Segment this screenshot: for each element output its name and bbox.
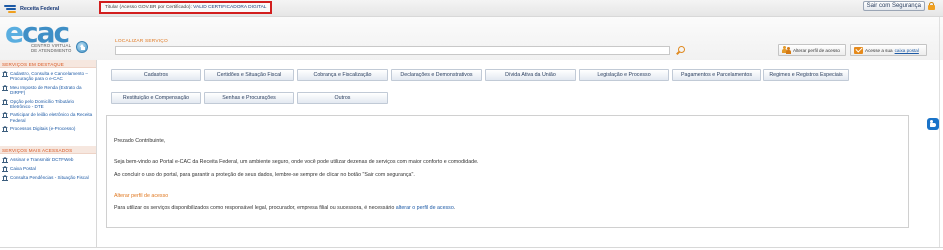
change-profile-label: Alterar perfil de acesso	[793, 47, 840, 53]
greeting: Prezado Contribuinte,	[114, 138, 166, 144]
menu-divida-ativa[interactable]: Dívida Ativa da União	[485, 69, 576, 81]
ecac-logo[interactable]: ecac CENTRO VIRTUAL DE ATENDIMENTO	[5, 19, 75, 57]
lock-icon[interactable]	[928, 2, 935, 10]
sidebar-item-label[interactable]: Consulta Pendências - Situação Fiscal	[10, 175, 89, 180]
exit-secure-button[interactable]: Sair com Segurança	[862, 1, 935, 11]
change-profile-link[interactable]: alterar o perfil de acesso	[396, 205, 454, 211]
header: ecac CENTRO VIRTUAL DE ATENDIMENTO LOCAL…	[0, 17, 943, 60]
home-icon[interactable]	[76, 41, 88, 53]
profile-text-end: .	[453, 205, 456, 211]
most-accessed-heading: SERVIÇOS MAIS ACESSADOS	[0, 146, 96, 155]
profile-heading: Alterar perfil de acesso	[114, 193, 169, 199]
logo-e: e	[5, 16, 24, 49]
building-icon	[2, 84, 8, 91]
sidebar-item-label[interactable]: Meu Imposto de Renda (Extrato da DIRPF)	[10, 85, 94, 96]
sidebar-item-dctfweb[interactable]: Assinar e Transmitir DCTFWeb	[2, 157, 94, 164]
sidebar-item-label[interactable]: Processos Digitais (e-Processo)	[10, 126, 75, 131]
building-icon	[2, 166, 8, 173]
menu-cadastros[interactable]: Cadastros	[111, 69, 201, 81]
most-accessed-list: Assinar e Transmitir DCTFWeb Caixa Posta…	[0, 154, 96, 186]
menu-outros[interactable]: Outros	[297, 92, 388, 104]
top-bar: Receita Federal Titular (Acesso GOV.BR p…	[0, 0, 943, 17]
titular-info: Titular (Acesso GOV.BR por Certificado):…	[99, 1, 272, 14]
building-icon	[2, 175, 8, 182]
sidebar-item-situacao-fiscal[interactable]: Consulta Pendências - Situação Fiscal	[2, 175, 94, 182]
building-icon	[2, 71, 8, 77]
search-label: LOCALIZAR SERVIÇO	[115, 39, 168, 44]
sidebar-item-label[interactable]: Participar de leilão eletrônico da Recei…	[10, 112, 94, 123]
logo-subtitle-2: DE ATENDIMENTO	[31, 48, 72, 53]
menu-restituicao[interactable]: Restituição e Compensação	[111, 92, 201, 104]
receita-federal-brand: Receita Federal	[20, 5, 60, 12]
mailbox-button[interactable]: Acesse a sua caixa postal	[850, 44, 927, 56]
sidebar: SERVIÇOS EM DESTAQUE Cadastro, Consulta …	[0, 60, 97, 247]
sidebar-item-label[interactable]: Assinar e Transmitir DCTFWeb	[10, 157, 73, 162]
sidebar-item-caixa-postal[interactable]: Caixa Postal	[2, 166, 94, 173]
mailbox-prefix: Acesse a sua	[865, 47, 893, 53]
building-icon	[2, 126, 8, 133]
building-icon	[2, 98, 8, 105]
welcome-panel: Prezado Contribuinte, Seja bem-vindo ao …	[106, 115, 909, 228]
menu-senhas[interactable]: Senhas e Procurações	[204, 92, 294, 104]
building-icon	[2, 157, 8, 164]
receita-federal-mark-icon	[4, 4, 18, 14]
service-menu: Cadastros Certidões e Situação Fiscal Co…	[106, 63, 851, 111]
envelope-icon	[854, 46, 863, 54]
bottom-divider	[0, 247, 943, 248]
profile-text-body: Para utilizar os serviços disponibilizad…	[114, 205, 396, 211]
titular-name: VALID CERTIFICADORA DIGITAL	[193, 5, 267, 10]
sidebar-item-imposto-renda[interactable]: Meu Imposto de Renda (Extrato da DIRPF)	[2, 84, 94, 96]
sidebar-item-label[interactable]: Opção pelo Domicílio Tributário Eletrôni…	[10, 99, 94, 110]
receita-federal-logo[interactable]: Receita Federal	[4, 3, 59, 14]
menu-declaracoes[interactable]: Declarações e Demonstrativos	[391, 69, 482, 81]
change-profile-button[interactable]: Alterar perfil de acesso	[778, 44, 846, 56]
menu-regimes[interactable]: Regimes e Registros Especiais	[763, 69, 849, 81]
welcome-text: Seja bem-vindo ao Portal e-CAC da Receit…	[114, 159, 479, 165]
logout-hint: Ao concluir o uso do portal, para garant…	[114, 172, 415, 178]
search-icon[interactable]	[676, 46, 685, 55]
menu-cobranca[interactable]: Cobrança e Fiscalização	[297, 69, 388, 81]
menu-certidoes[interactable]: Certidões e Situação Fiscal	[204, 69, 294, 81]
menu-pagamentos[interactable]: Pagamentos e Parcelamentos	[672, 69, 761, 81]
building-icon	[2, 112, 8, 119]
search-input[interactable]	[115, 46, 670, 55]
profile-text: Para utilizar os serviços disponibilizad…	[114, 205, 455, 211]
sidebar-item-procuracao[interactable]: Cadastro, Consulta e Cancelamento – Proc…	[2, 71, 94, 82]
mailbox-link[interactable]: caixa postal	[895, 48, 919, 53]
highlighted-services-heading: SERVIÇOS EM DESTAQUE	[0, 60, 96, 68]
titular-prefix: Titular (Acesso GOV.BR por Certificado):	[105, 5, 194, 10]
highlighted-services-list: Cadastro, Consulta e Cancelamento – Proc…	[0, 68, 96, 137]
users-icon	[782, 46, 791, 54]
exit-secure-label[interactable]: Sair com Segurança	[862, 1, 925, 11]
sidebar-item-e-processo[interactable]: Processos Digitais (e-Processo)	[2, 126, 94, 133]
right-divider	[939, 17, 940, 247]
accessibility-icon[interactable]	[927, 118, 939, 130]
sidebar-item-dte[interactable]: Opção pelo Domicílio Tributário Eletrôni…	[2, 98, 94, 110]
menu-legislacao[interactable]: Legislação e Processo	[579, 69, 669, 81]
sidebar-item-leilao[interactable]: Participar de leilão eletrônico da Recei…	[2, 112, 94, 123]
sidebar-item-label[interactable]: Caixa Postal	[10, 166, 36, 171]
sidebar-item-label[interactable]: Cadastro, Consulta e Cancelamento – Proc…	[10, 71, 94, 82]
